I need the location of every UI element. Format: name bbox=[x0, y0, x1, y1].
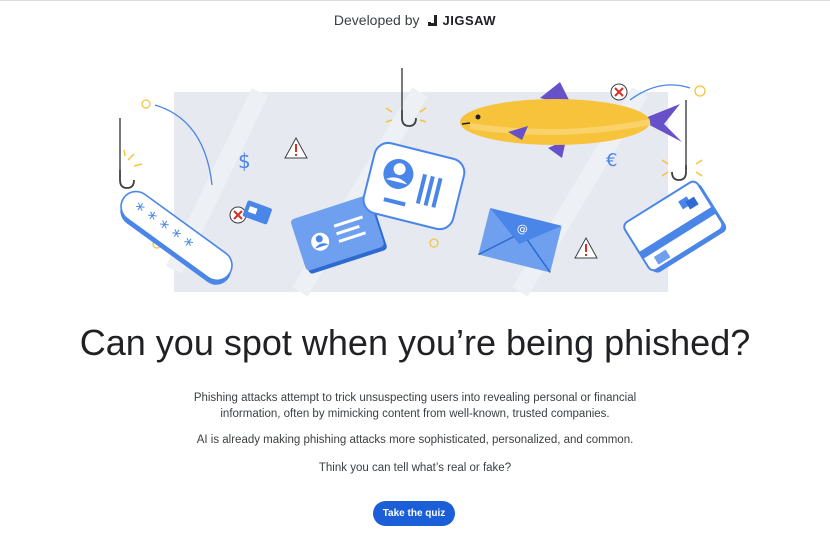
intro-line-2: information, often by mimicking content … bbox=[220, 408, 610, 420]
decor-dot bbox=[141, 99, 151, 109]
dollar-icon: $ bbox=[238, 149, 251, 173]
jigsaw-brand-label: JIGSAW bbox=[442, 12, 497, 28]
page-headline: Can you spot when you’re being phished? bbox=[79, 322, 751, 363]
fishing-hook-icon bbox=[119, 118, 143, 189]
euro-icon: € bbox=[606, 150, 617, 171]
top-border bbox=[0, 0, 830, 1]
decor-dot bbox=[694, 85, 706, 97]
intro-paragraph: Phishing attacks attempt to trick unsusp… bbox=[0, 390, 830, 422]
developed-by-label: Developed by bbox=[333, 12, 420, 28]
error-x-icon bbox=[610, 83, 628, 101]
ai-paragraph: AI is already making phishing attacks mo… bbox=[196, 434, 634, 446]
phishing-illustration: ***** $ € @ bbox=[119, 68, 727, 297]
take-quiz-button[interactable]: Take the quiz bbox=[373, 501, 455, 526]
jigsaw-mark-icon bbox=[427, 14, 437, 26]
developer-credit: Developed by JIGSAW bbox=[0, 10, 830, 30]
intro-line-1: Phishing attacks attempt to trick unsusp… bbox=[193, 392, 637, 404]
jigsaw-logo[interactable]: JIGSAW bbox=[426, 13, 497, 28]
question-paragraph: Think you can tell what’s real or fake? bbox=[318, 462, 512, 474]
